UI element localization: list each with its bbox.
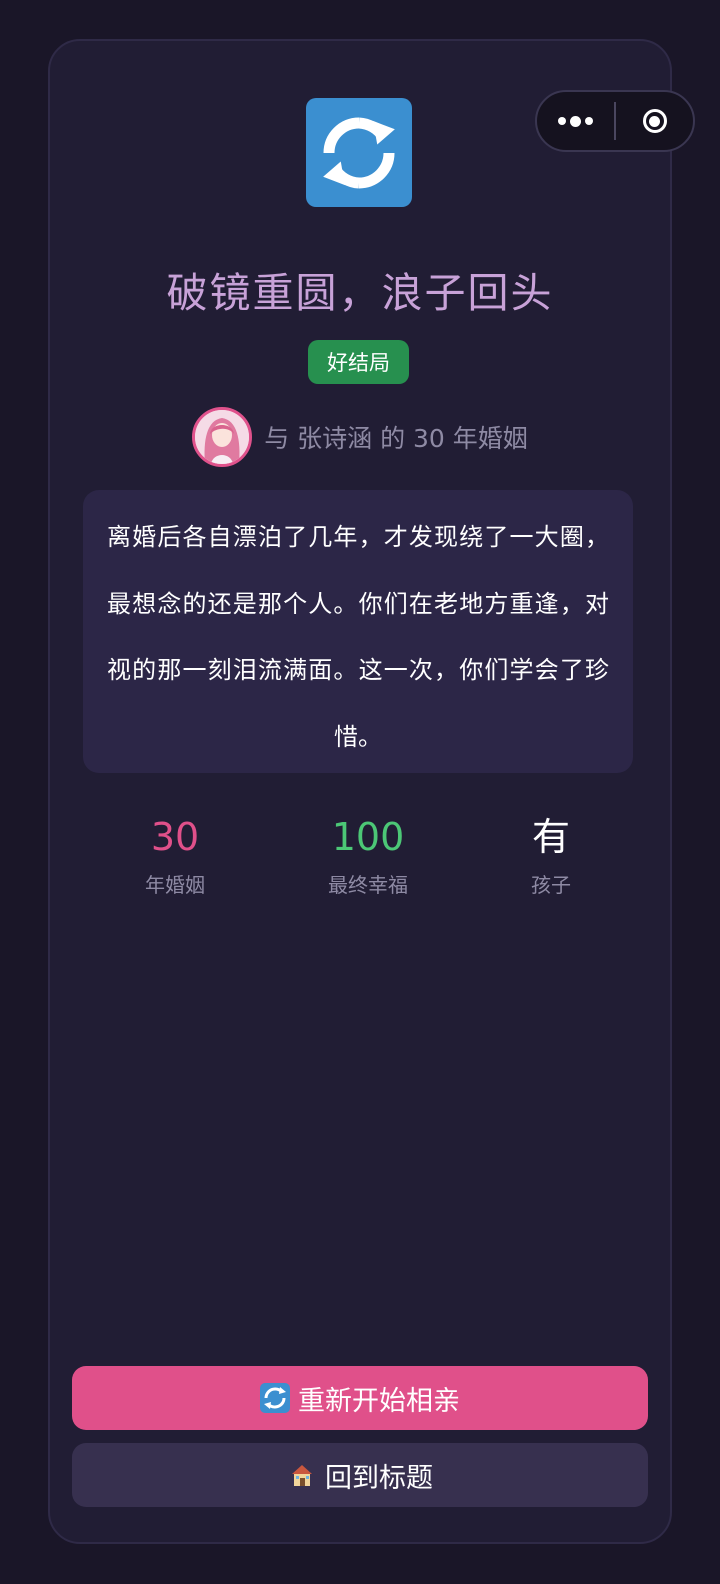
- story-text: 离婚后各自漂泊了几年，才发现绕了一大圈，最想念的还是那个人。你们在老地方重逢，对…: [107, 523, 609, 751]
- stat-value: 100: [331, 815, 405, 859]
- result-card: 破镜重圆，浪子回头 好结局 与 张诗涵 的 30 年婚姻 离婚后各自漂泊了几年，…: [48, 39, 672, 1544]
- ending-type-badge: 好结局: [308, 340, 409, 384]
- back-to-title-button[interactable]: 回到标题: [72, 1443, 648, 1507]
- stat-children: 有 孩子: [471, 811, 631, 898]
- stat-final-happiness: 100 最终幸福: [288, 811, 448, 898]
- back-to-title-label: 回到标题: [325, 1462, 433, 1494]
- more-button[interactable]: [537, 92, 614, 150]
- house-icon: [287, 1460, 317, 1490]
- result-screen: 破镜重圆，浪子回头 好结局 与 张诗涵 的 30 年婚姻 离婚后各自漂泊了几年，…: [0, 0, 720, 1584]
- partner-line: 与 张诗涵 的 30 年婚姻: [264, 424, 528, 453]
- partner-info: 与 张诗涵 的 30 年婚姻: [50, 407, 670, 467]
- stat-value: 有: [531, 815, 570, 859]
- close-miniprogram-button[interactable]: [616, 92, 693, 150]
- miniprogram-capsule: [535, 90, 695, 152]
- stat-label: 孩子: [531, 873, 571, 897]
- stat-value: 30: [150, 815, 200, 859]
- more-dots-icon: [558, 115, 594, 127]
- stat-marriage-years: 30 年婚姻: [95, 811, 255, 898]
- refresh-icon: [306, 98, 412, 207]
- stats-row: 30 年婚姻 100 最终幸福 有 孩子: [50, 811, 670, 901]
- restart-label: 重新开始相亲: [298, 1385, 460, 1417]
- restart-button[interactable]: 重新开始相亲: [72, 1366, 648, 1430]
- partner-avatar: [192, 407, 253, 467]
- ending-title: 破镜重圆，浪子回头: [166, 269, 554, 317]
- refresh-icon: [260, 1383, 290, 1413]
- stat-label: 最终幸福: [328, 873, 408, 897]
- stat-label: 年婚姻: [145, 873, 205, 897]
- story-box: 离婚后各自漂泊了几年，才发现绕了一大圈，最想念的还是那个人。你们在老地方重逢，对…: [83, 490, 633, 773]
- target-icon: [642, 109, 667, 133]
